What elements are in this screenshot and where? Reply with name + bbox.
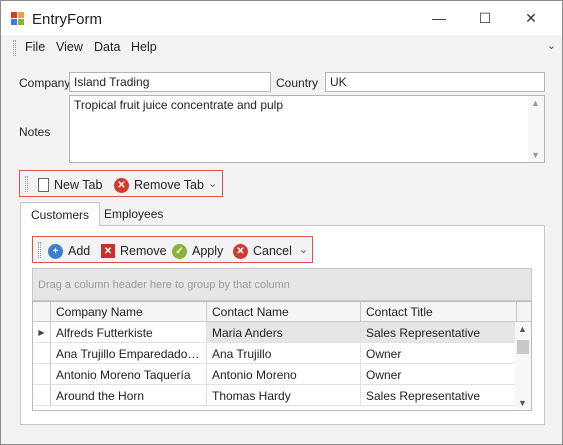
company-field[interactable]: [69, 72, 271, 92]
minimize-button[interactable]: —: [416, 1, 462, 35]
column-header-contact-title[interactable]: Contact Title: [361, 302, 517, 322]
apply-label: Apply: [192, 244, 224, 258]
tab-customers-label: Customers: [31, 207, 90, 222]
scroll-up-icon[interactable]: ▲: [531, 98, 540, 108]
cell-company-name[interactable]: Alfreds Futterkiste: [51, 322, 207, 342]
cell-contact-title[interactable]: Sales Representative: [361, 385, 517, 405]
cell-contact-title[interactable]: Sales Representative: [361, 322, 517, 342]
customers-grid: Company Name Contact Name Contact Title …: [32, 301, 532, 411]
menu-overflow-chevron-icon[interactable]: ⌄: [547, 39, 556, 52]
cell-company-name[interactable]: Around the Horn: [51, 385, 207, 405]
cell-contact-name[interactable]: Antonio Moreno: [207, 364, 361, 384]
remove-icon: ✕: [101, 244, 115, 258]
tab-toolbar: New Tab ✕ Remove Tab ⌄: [19, 170, 223, 197]
new-tab-label: New Tab: [54, 178, 103, 192]
group-by-hint: Drag a column header here to group by th…: [38, 279, 290, 291]
cancel-label: Cancel: [253, 244, 292, 258]
menu-file[interactable]: File: [25, 40, 45, 54]
country-field[interactable]: [325, 72, 545, 92]
close-button[interactable]: ✕: [508, 1, 554, 35]
table-row[interactable]: Ana Trujillo Emparedados y helados Ana T…: [33, 343, 517, 364]
title-bar: EntryForm — ☐ ✕: [1, 1, 562, 35]
remove-tab-button[interactable]: ✕ Remove Tab: [114, 175, 204, 195]
notes-text: Tropical fruit juice concentrate and pul…: [74, 98, 284, 112]
toolbar-grip[interactable]: [25, 176, 28, 192]
cell-contact-title[interactable]: Owner: [361, 364, 517, 384]
add-button[interactable]: + Add: [48, 241, 90, 261]
window-title: EntryForm: [32, 11, 103, 28]
remove-circle-icon: ✕: [114, 177, 129, 193]
country-label: Country: [276, 76, 319, 90]
grid-scroll-up-icon[interactable]: ▲: [518, 324, 527, 334]
app-icon: [11, 12, 24, 25]
cancel-icon: ✕: [233, 243, 248, 259]
notes-scrollbar[interactable]: ▲ ▼: [528, 96, 544, 162]
menu-grip[interactable]: [13, 40, 16, 56]
table-row[interactable]: ▶ Alfreds Futterkiste Maria Anders Sales…: [33, 322, 517, 343]
tab-employees-label: Employees: [104, 206, 164, 221]
column-header-company-name[interactable]: Company Name: [51, 302, 207, 322]
scroll-down-icon[interactable]: ▼: [531, 150, 540, 160]
current-row-indicator-icon: ▶: [33, 322, 51, 342]
grid-scroll-thumb[interactable]: [517, 340, 529, 354]
grid-scroll-down-icon[interactable]: ▼: [518, 398, 527, 408]
table-row[interactable]: Antonio Moreno Taquería Antonio Moreno O…: [33, 364, 517, 385]
grid-scrollbar[interactable]: ▲ ▼: [515, 322, 531, 410]
cancel-button[interactable]: ✕ Cancel: [233, 241, 292, 261]
group-by-panel[interactable]: Drag a column header here to group by th…: [32, 268, 532, 301]
notes-label: Notes: [19, 125, 51, 139]
row-indicator: [33, 343, 51, 363]
entry-form-window: EntryForm — ☐ ✕ File View Data Help ⌄ Co…: [0, 0, 563, 445]
notes-field[interactable]: Tropical fruit juice concentrate and pul…: [69, 95, 545, 163]
remove-label: Remove: [120, 244, 167, 258]
grid-toolbar: + Add ✕ Remove ✓ Apply ✕ Cancel ⌄: [32, 236, 313, 263]
remove-tab-label: Remove Tab: [134, 178, 204, 192]
minimize-icon: —: [432, 10, 446, 26]
header-indicator-cell: [33, 302, 51, 322]
document-icon: [38, 178, 49, 192]
apply-check-icon: ✓: [172, 243, 187, 259]
menu-bar: File View Data Help ⌄: [1, 35, 562, 61]
table-row[interactable]: Around the Horn Thomas Hardy Sales Repre…: [33, 385, 517, 406]
cell-contact-name[interactable]: Thomas Hardy: [207, 385, 361, 405]
cell-contact-name[interactable]: Ana Trujillo: [207, 343, 361, 363]
menu-view[interactable]: View: [56, 40, 83, 54]
maximize-button[interactable]: ☐: [462, 1, 508, 35]
grid-toolbar-chevron-down-icon[interactable]: ⌄: [299, 243, 308, 256]
row-indicator: [33, 364, 51, 384]
cell-contact-name[interactable]: Maria Anders: [207, 322, 361, 342]
cell-contact-title[interactable]: Owner: [361, 343, 517, 363]
maximize-icon: ☐: [478, 9, 492, 26]
grid-header: Company Name Contact Name Contact Title: [33, 302, 531, 322]
cell-company-name[interactable]: Antonio Moreno Taquería: [51, 364, 207, 384]
cell-company-name[interactable]: Ana Trujillo Emparedados y helados: [51, 343, 207, 363]
row-indicator: [33, 385, 51, 405]
column-header-contact-name[interactable]: Contact Name: [207, 302, 361, 322]
add-icon: +: [48, 243, 63, 259]
close-icon: ✕: [525, 9, 537, 26]
tab-customers[interactable]: Customers: [20, 202, 101, 226]
menu-data[interactable]: Data: [94, 40, 120, 54]
remove-button[interactable]: ✕ Remove: [101, 241, 167, 261]
tab-toolbar-chevron-down-icon[interactable]: ⌄: [208, 177, 217, 190]
menu-help[interactable]: Help: [131, 40, 157, 54]
grid-toolbar-grip[interactable]: [38, 242, 41, 258]
add-label: Add: [68, 244, 91, 258]
company-label: Company: [19, 76, 71, 90]
tab-employees[interactable]: Employees: [94, 202, 173, 225]
new-tab-button[interactable]: New Tab: [38, 175, 102, 195]
apply-button[interactable]: ✓ Apply: [172, 241, 223, 261]
